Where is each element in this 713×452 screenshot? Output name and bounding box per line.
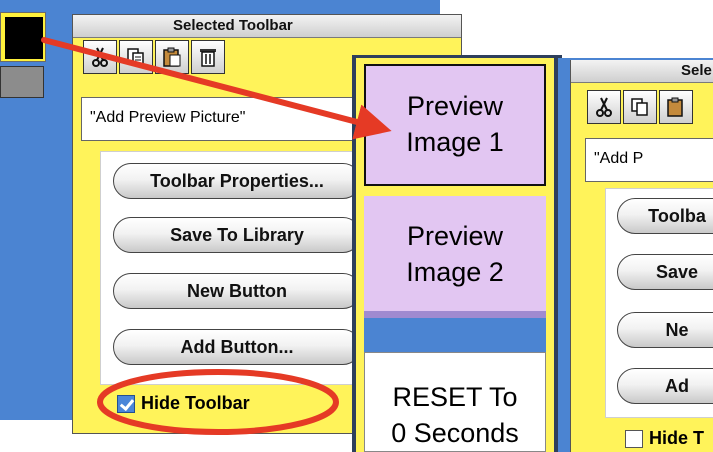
preview-panel: Preview Image 1 Preview Image 2 RESET To… xyxy=(356,58,554,452)
paste-button-right[interactable] xyxy=(659,90,693,124)
copy-button[interactable] xyxy=(119,40,153,74)
preview-image-2-line2: Image 2 xyxy=(406,257,504,287)
selected-toolbar-palette-right: Sele "Add P Toolba Save Ne Ad Hide T xyxy=(570,60,713,452)
hide-toolbar-label-right: Hide T xyxy=(649,428,705,448)
copy-button-right[interactable] xyxy=(623,90,657,124)
copy-icon xyxy=(631,98,648,116)
save-to-library-button-right[interactable]: Save xyxy=(617,254,713,290)
add-button-button[interactable]: Add Button... xyxy=(113,329,361,365)
toolbar-name-field[interactable]: "Add Preview Picture" xyxy=(81,97,371,141)
cut-button[interactable] xyxy=(83,40,117,74)
reset-line1: RESET To xyxy=(392,382,518,412)
hide-toolbar-checkbox-row-right[interactable]: Hide T xyxy=(625,428,704,449)
reset-timer-button[interactable]: RESET To 0 Seconds xyxy=(364,352,546,452)
paste-icon xyxy=(667,97,683,117)
delete-button[interactable] xyxy=(191,40,225,74)
preview-image-1-line2: Image 1 xyxy=(406,127,504,157)
hide-toolbar-label: Hide Toolbar xyxy=(141,393,250,413)
preview-separator xyxy=(364,318,546,352)
preview-image-1-line1: Preview xyxy=(406,91,504,121)
save-to-library-button[interactable]: Save To Library xyxy=(113,217,361,253)
preview-image-2-line1: Preview xyxy=(406,221,504,251)
trash-icon xyxy=(200,49,216,67)
palette-titlebar[interactable]: Selected Toolbar xyxy=(73,15,461,38)
color-swatch-gray[interactable] xyxy=(0,66,44,98)
scissors-icon xyxy=(92,47,108,67)
preview-image-2-button[interactable]: Preview Image 2 xyxy=(364,196,546,318)
preview-image-1-button[interactable]: Preview Image 1 xyxy=(364,64,546,186)
color-well-black[interactable] xyxy=(0,12,46,62)
hide-toolbar-checkbox-right[interactable] xyxy=(625,429,643,448)
paste-icon xyxy=(163,47,181,67)
new-button-button[interactable]: New Button xyxy=(113,273,361,309)
palette-titlebar-right[interactable]: Sele xyxy=(571,60,713,83)
palette-title-right: Sele xyxy=(681,62,712,79)
add-button-button-right[interactable]: Ad xyxy=(617,368,713,404)
scissors-icon xyxy=(596,97,612,117)
palette-title: Selected Toolbar xyxy=(173,17,293,34)
cut-button-right[interactable] xyxy=(587,90,621,124)
hide-toolbar-checkbox-row[interactable]: Hide Toolbar xyxy=(117,393,250,414)
paste-button[interactable] xyxy=(155,40,189,74)
toolbar-properties-button-right[interactable]: Toolba xyxy=(617,198,713,234)
toolbar-properties-button[interactable]: Toolbar Properties... xyxy=(113,163,361,199)
new-button-button-right[interactable]: Ne xyxy=(617,312,713,348)
reset-line2: 0 Seconds xyxy=(391,418,519,448)
hide-toolbar-checkbox[interactable] xyxy=(117,394,135,413)
toolbar-name-field-right[interactable]: "Add P xyxy=(585,138,713,182)
copy-icon xyxy=(127,48,144,66)
